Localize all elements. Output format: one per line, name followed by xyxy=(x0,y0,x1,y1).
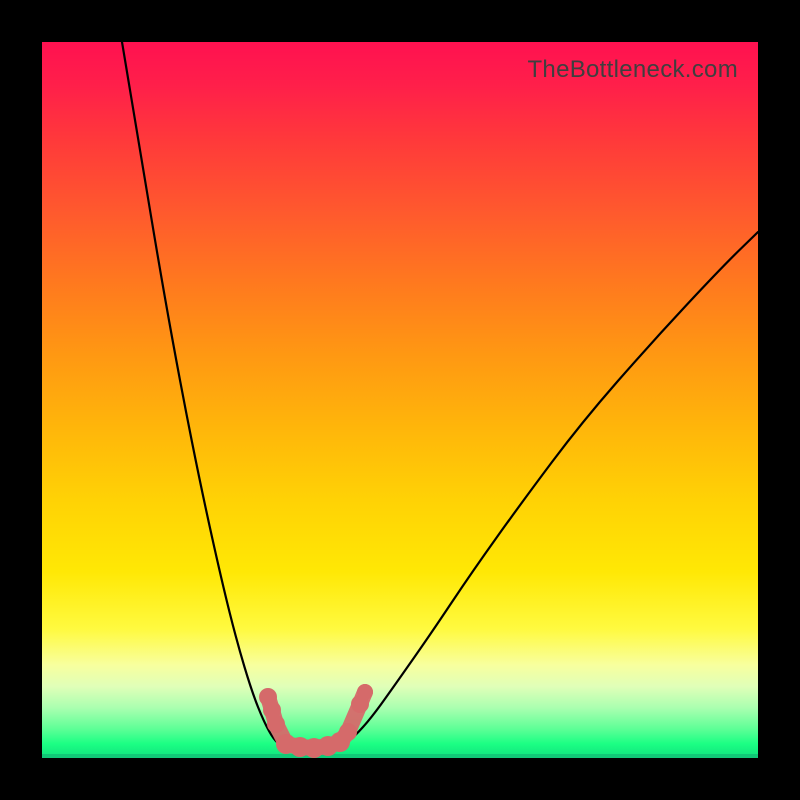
marker-dot xyxy=(357,684,373,700)
chart-frame: TheBottleneck.com xyxy=(0,0,800,800)
curve-right-curve xyxy=(334,232,758,749)
curve-left-curve xyxy=(122,42,298,749)
curve-group xyxy=(122,42,758,751)
marker-dot xyxy=(267,715,285,733)
marker-group xyxy=(259,684,373,758)
chart-svg xyxy=(42,42,758,758)
marker-dot xyxy=(339,723,357,741)
plot-area: TheBottleneck.com xyxy=(42,42,758,758)
baseline-stripe xyxy=(42,754,758,758)
